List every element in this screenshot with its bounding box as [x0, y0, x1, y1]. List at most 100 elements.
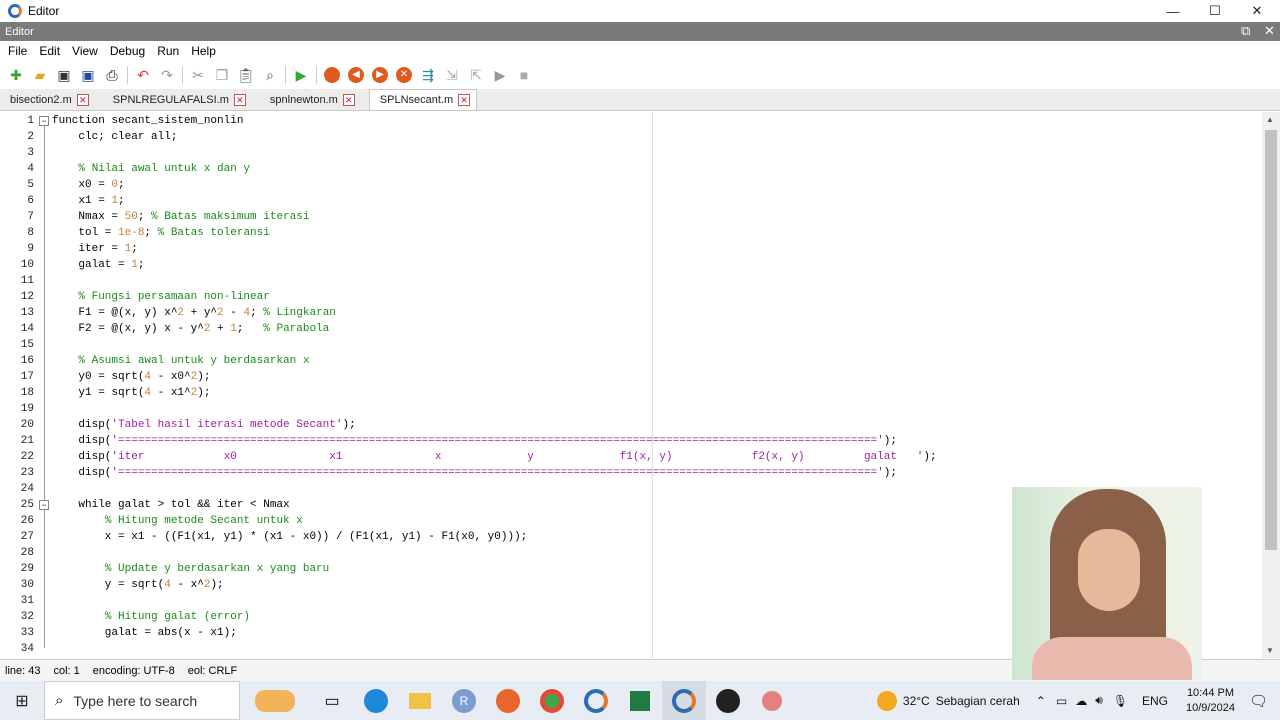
- print-icon[interactable]: ⎙: [103, 66, 121, 84]
- language-indicator[interactable]: ENG: [1142, 694, 1168, 708]
- new-file-icon[interactable]: ✚: [7, 66, 25, 84]
- line-number: 3: [27, 147, 34, 159]
- step-icon[interactable]: ⇶: [419, 66, 437, 84]
- line-number: 31: [20, 595, 34, 607]
- cut-icon[interactable]: ✂: [189, 66, 207, 84]
- tab-close-icon[interactable]: ✕: [233, 93, 246, 106]
- toggle-breakpoint-icon[interactable]: [323, 66, 341, 84]
- redo-icon[interactable]: ↷: [158, 66, 176, 84]
- code-line[interactable]: disp('==================================…: [52, 433, 897, 449]
- tab-close-icon[interactable]: ✕: [342, 93, 355, 106]
- fold-toggle-icon[interactable]: −: [39, 500, 49, 510]
- code-line[interactable]: iter = 1;: [52, 241, 137, 257]
- fold-guide: [44, 126, 45, 504]
- next-breakpoint-icon[interactable]: ▶: [371, 66, 389, 84]
- code-line[interactable]: % Hitung metode Secant untuk x: [52, 513, 303, 529]
- chrome-icon[interactable]: [530, 681, 574, 720]
- code-line[interactable]: % Asumsi awal untuk y berdasarkan x: [52, 353, 309, 369]
- code-line[interactable]: galat = abs(x - x1);: [52, 625, 237, 641]
- code-line[interactable]: x0 = 0;: [52, 177, 124, 193]
- clock[interactable]: 10:44 PM 10/9/2024: [1186, 686, 1235, 716]
- code-line[interactable]: disp('==================================…: [52, 465, 897, 481]
- fold-toggle-icon[interactable]: −: [39, 116, 49, 126]
- code-line[interactable]: F2 = @(x, y) x - y^2 + 1; % Parabola: [52, 321, 329, 337]
- taskbar-search[interactable]: ⌕ Type here to search: [44, 681, 240, 720]
- maximize-button[interactable]: ☐: [1194, 0, 1236, 22]
- edge-icon[interactable]: [354, 681, 398, 720]
- octave-active-icon[interactable]: [662, 681, 706, 720]
- code-line[interactable]: function secant_sistem_nonlin: [52, 113, 243, 129]
- code-line[interactable]: clc; clear all;: [52, 129, 177, 145]
- notification-icon[interactable]: 🗨︎: [1249, 692, 1268, 710]
- menu-file[interactable]: File: [2, 44, 33, 58]
- code-line[interactable]: F1 = @(x, y) x^2 + y^2 - 4; % Lingkaran: [52, 305, 336, 321]
- code-line[interactable]: Nmax = 50; % Batas maksimum iterasi: [52, 209, 309, 225]
- code-line[interactable]: % Hitung galat (error): [52, 609, 250, 625]
- code-line[interactable]: y0 = sqrt(4 - x0^2);: [52, 369, 210, 385]
- quit-debug-icon[interactable]: ■: [515, 66, 533, 84]
- menu-run[interactable]: Run: [151, 44, 185, 58]
- tab-close-icon[interactable]: ✕: [458, 94, 471, 106]
- scroll-up-icon[interactable]: ▲: [1266, 115, 1274, 124]
- code-line[interactable]: disp('iter x0 x1 x y f1(x, y) f2(x, y) g…: [52, 449, 936, 465]
- menu-edit[interactable]: Edit: [33, 44, 66, 58]
- r-app-icon[interactable]: R: [442, 681, 486, 720]
- tab-splnsecant[interactable]: SPLNsecant.m ✕: [368, 89, 478, 110]
- code-line[interactable]: % Update y berdasarkan x yang baru: [52, 561, 329, 577]
- cloud-icon[interactable]: ☁: [1075, 694, 1087, 708]
- find-icon[interactable]: ⌕: [261, 66, 279, 84]
- save-as-icon[interactable]: ▣: [79, 66, 97, 84]
- firefox-icon[interactable]: [486, 681, 530, 720]
- tab-spnlnewton[interactable]: spnlnewton.m ✕: [260, 89, 361, 110]
- volume-icon[interactable]: 🔊︎: [1095, 693, 1103, 708]
- code-line[interactable]: disp('Tabel hasil iterasi metode Secant'…: [52, 417, 355, 433]
- close-button[interactable]: ✕: [1236, 0, 1278, 22]
- previous-breakpoint-icon[interactable]: ◀: [347, 66, 365, 84]
- minimize-button[interactable]: —: [1152, 0, 1194, 22]
- tab-spnlregulafalsi[interactable]: SPNLREGULAFALSI.m ✕: [103, 89, 252, 110]
- scroll-down-icon[interactable]: ▼: [1266, 646, 1274, 655]
- chevron-up-icon[interactable]: ⌃: [1036, 694, 1046, 708]
- code-line[interactable]: tol = 1e-8; % Batas toleransi: [52, 225, 269, 241]
- obs-icon[interactable]: [706, 681, 750, 720]
- undo-icon[interactable]: ↶: [134, 66, 152, 84]
- code-line[interactable]: y1 = sqrt(4 - x1^2);: [52, 385, 210, 401]
- tab-bisection2[interactable]: bisection2.m ✕: [0, 89, 95, 110]
- continue-icon[interactable]: ▶: [491, 66, 509, 84]
- open-folder-icon[interactable]: ▰: [31, 66, 49, 84]
- code-line[interactable]: x1 = 1;: [52, 193, 124, 209]
- copy-icon[interactable]: ❐: [213, 66, 231, 84]
- code-line[interactable]: while galat > tol && iter < Nmax: [52, 497, 289, 513]
- presenter-shirt: [1032, 637, 1192, 680]
- scrollbar-thumb[interactable]: [1265, 130, 1277, 550]
- start-button[interactable]: ⊞: [0, 681, 44, 720]
- tab-close-icon[interactable]: ✕: [76, 93, 89, 106]
- code-line[interactable]: x = x1 - ((F1(x1, y1) * (x1 - x0)) / (F1…: [52, 529, 527, 545]
- weather-widget[interactable]: 32°C Sebagian cerah: [876, 690, 1020, 711]
- step-out-icon[interactable]: ⇱: [467, 66, 485, 84]
- snipping-tool-icon[interactable]: [750, 681, 794, 720]
- paste-icon[interactable]: 📋︎: [237, 66, 255, 84]
- code-line[interactable]: % Fungsi persamaan non-linear: [52, 289, 269, 305]
- menu-help[interactable]: Help: [185, 44, 222, 58]
- save-icon[interactable]: ▣: [55, 66, 73, 84]
- menu-debug[interactable]: Debug: [104, 44, 151, 58]
- excel-icon[interactable]: [618, 681, 662, 720]
- search-highlight-icon[interactable]: [240, 681, 310, 720]
- microphone-icon[interactable]: 🎙︎: [1113, 694, 1128, 708]
- network-icon[interactable]: ▭: [1056, 694, 1067, 708]
- undock-icon[interactable]: ⧉: [1241, 23, 1250, 39]
- line-number: 29: [20, 563, 34, 575]
- code-line[interactable]: % Nilai awal untuk x dan y: [52, 161, 250, 177]
- code-line[interactable]: galat = 1;: [52, 257, 144, 273]
- file-explorer-icon[interactable]: [398, 681, 442, 720]
- pane-close-icon[interactable]: ✕: [1264, 23, 1275, 39]
- task-view-icon[interactable]: ▭: [310, 681, 354, 720]
- octave-icon[interactable]: [574, 681, 618, 720]
- run-icon[interactable]: ▶: [292, 66, 310, 84]
- menu-view[interactable]: View: [66, 44, 104, 58]
- step-in-icon[interactable]: ⇲: [443, 66, 461, 84]
- remove-breakpoints-icon[interactable]: ✕: [395, 66, 413, 84]
- vertical-scrollbar[interactable]: ▲ ▼: [1262, 112, 1280, 658]
- code-line[interactable]: y = sqrt(4 - x^2);: [52, 577, 224, 593]
